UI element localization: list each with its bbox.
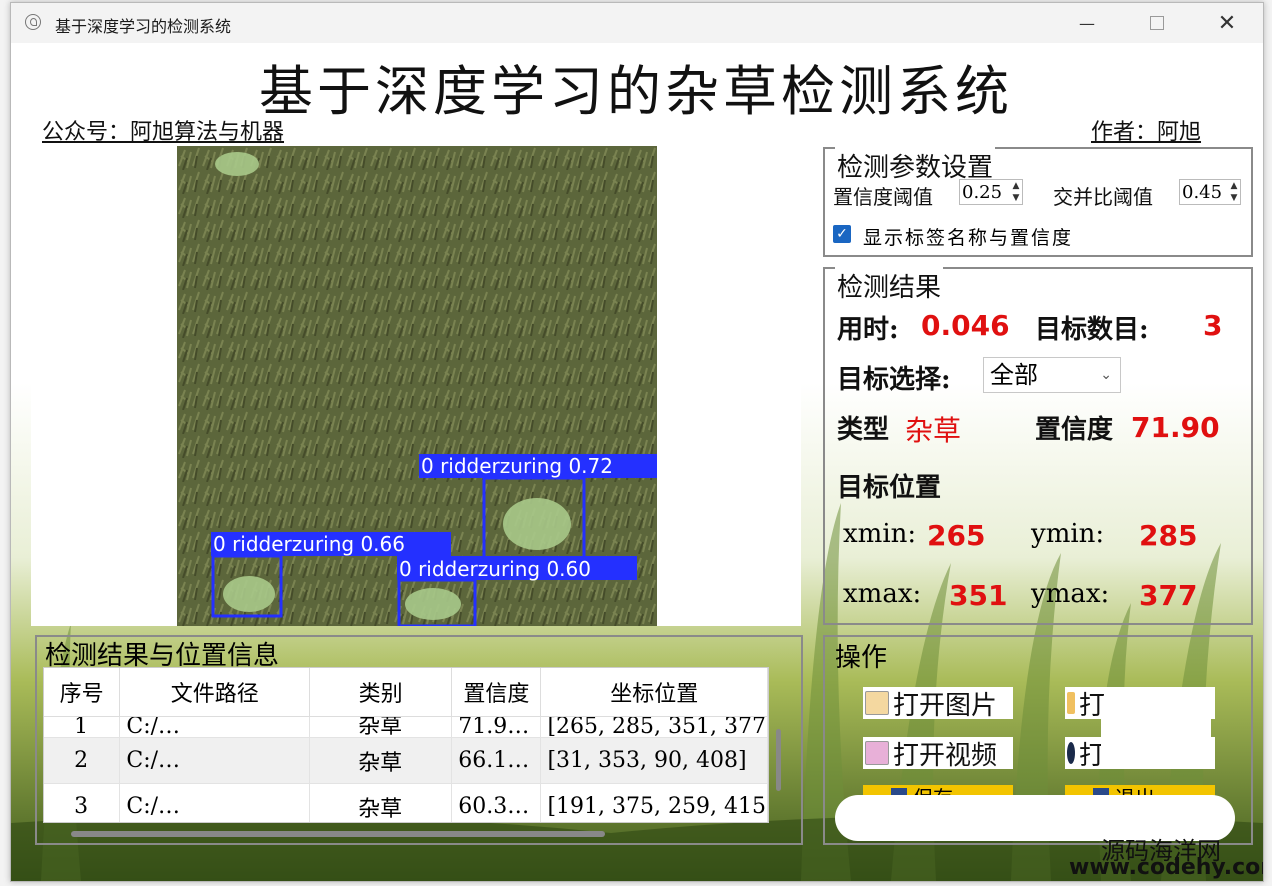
close-icon: ✕ — [1217, 10, 1237, 36]
spin-arrows-icon[interactable]: ▲ ▼ — [1228, 180, 1240, 204]
target-select-label: 目标选择: — [837, 365, 951, 395]
table-row[interactable]: 3 C:/… 杂草 60.3… [191, 375, 259, 415 — [44, 783, 768, 822]
open-video-button[interactable]: 打开视频 — [863, 737, 1013, 771]
xmax-value: 351 — [949, 579, 1008, 612]
ymax-value: 377 — [1139, 579, 1198, 612]
target-select-dropdown[interactable]: 全部 ⌄ — [983, 357, 1121, 393]
results-table[interactable]: 序号 文件路径 类别 置信度 坐标位置 1 C:/… 杂草 71.9… [265… — [43, 667, 769, 823]
image-icon — [865, 691, 889, 715]
count-label: 目标数目: — [1035, 315, 1149, 345]
app-window: 基于深度学习的检测系统 — ✕ 基于深度学习的杂草检测系统 公众号：阿旭算法与机… — [10, 2, 1264, 882]
detection-image: 0 ridderzuring 0.72 0 ridderzuring 0.66 … — [177, 146, 657, 626]
open-video-label: 打开视频 — [893, 740, 998, 771]
iou-threshold-label: 交并比阈值 — [1053, 185, 1153, 209]
conf-value: 71.90 — [1131, 411, 1220, 444]
maximize-icon — [1150, 16, 1164, 30]
iou-threshold-spinbox[interactable]: 0.45 ▲ ▼ — [1179, 179, 1241, 205]
ymin-label: ymin: — [1031, 519, 1105, 549]
table-row[interactable]: 2 C:/… 杂草 66.1… [31, 353, 90, 408] — [44, 737, 768, 784]
table-vertical-scrollbar[interactable] — [776, 729, 781, 791]
minimize-button[interactable]: — — [1061, 3, 1113, 43]
conf-threshold-spinbox[interactable]: 0.25 ▲ ▼ — [959, 179, 1023, 205]
spin-arrows-icon[interactable]: ▲ ▼ — [1010, 180, 1022, 204]
window-title: 基于深度学习的检测系统 — [55, 17, 232, 36]
table-cell: [31, 353, 90, 408] — [540, 737, 768, 784]
conf-label: 置信度 — [1035, 415, 1114, 445]
conf-threshold-value: 0.25 — [962, 181, 1003, 203]
col-header-conf[interactable]: 置信度 — [451, 668, 542, 717]
folder-icon — [1067, 692, 1075, 714]
wechat-label: 公众号：阿旭算法与机器 — [42, 120, 285, 145]
table-horizontal-scrollbar[interactable] — [71, 831, 605, 837]
table-cell: 1 — [44, 716, 121, 738]
author-label: 作者：阿旭 — [1091, 120, 1202, 145]
iou-threshold-value: 0.45 — [1182, 181, 1223, 203]
maximize-button[interactable] — [1131, 3, 1183, 43]
open-image-button[interactable]: 打开图片 — [863, 687, 1013, 721]
show-label-text: 显示标签名称与置信度 — [863, 227, 1074, 249]
position-label: 目标位置 — [837, 473, 942, 503]
table-cell: 杂草 — [309, 783, 453, 822]
table-cell: C:/… — [119, 737, 311, 784]
table-cell: C:/… — [119, 783, 311, 822]
conf-threshold-label: 置信度阈值 — [833, 185, 933, 209]
xmax-label: xmax: — [843, 579, 922, 609]
target-select-value: 全部 — [990, 361, 1038, 389]
operations-title: 操作 — [835, 643, 888, 673]
type-value: 杂草 — [905, 414, 962, 447]
col-header-class[interactable]: 类别 — [309, 668, 453, 717]
col-header-coords[interactable]: 坐标位置 — [540, 668, 768, 717]
table-cell: [265, 285, 351, 377 — [540, 716, 768, 738]
redaction-blot — [1101, 687, 1211, 769]
table-cell: 66.1… — [451, 737, 542, 784]
title-bar[interactable]: 基于深度学习的检测系统 — ✕ — [11, 3, 1263, 43]
table-cell: 60.3… — [451, 783, 542, 822]
time-value: 0.046 — [921, 309, 1010, 342]
table-cell: 2 — [44, 737, 121, 784]
table-header-row: 序号 文件路径 类别 置信度 坐标位置 — [44, 668, 768, 717]
minimize-icon: — — [1079, 13, 1095, 33]
ymin-value: 285 — [1139, 519, 1198, 552]
open-image-label: 打开图片 — [893, 690, 998, 721]
video-icon — [865, 741, 889, 765]
table-row[interactable]: 1 C:/… 杂草 71.9… [265, 285, 351, 377 — [44, 716, 768, 738]
count-value: 3 — [1203, 309, 1223, 342]
xmin-label: xmin: — [843, 519, 917, 549]
detection-label-3: 0 ridderzuring 0.60 — [399, 557, 591, 581]
col-header-index[interactable]: 序号 — [44, 668, 121, 717]
show-label-checkbox[interactable]: ✓ — [833, 225, 851, 243]
close-button[interactable]: ✕ — [1201, 3, 1253, 43]
table-cell: 杂草 — [309, 737, 453, 784]
watermark-url: www.codehy.com — [1069, 855, 1264, 880]
type-label: 类型 — [837, 415, 890, 445]
table-cell: 杂草 — [309, 716, 453, 738]
ymax-label: ymax: — [1031, 579, 1110, 609]
col-header-path[interactable]: 文件路径 — [119, 668, 311, 717]
table-cell: 3 — [44, 783, 121, 822]
camera-icon — [1067, 742, 1075, 764]
table-cell: C:/… — [119, 716, 311, 738]
chevron-down-icon: ⌄ — [1100, 367, 1112, 383]
table-cell: 71.9… — [451, 716, 542, 738]
detection-label-1: 0 ridderzuring 0.72 — [421, 454, 613, 478]
result-title: 检测结果 — [835, 267, 944, 304]
xmin-value: 265 — [927, 519, 986, 552]
time-label: 用时: — [837, 315, 899, 345]
detection-label-2: 0 ridderzuring 0.66 — [213, 532, 405, 556]
app-icon — [25, 14, 41, 30]
table-cell: [191, 375, 259, 415 — [540, 783, 768, 822]
